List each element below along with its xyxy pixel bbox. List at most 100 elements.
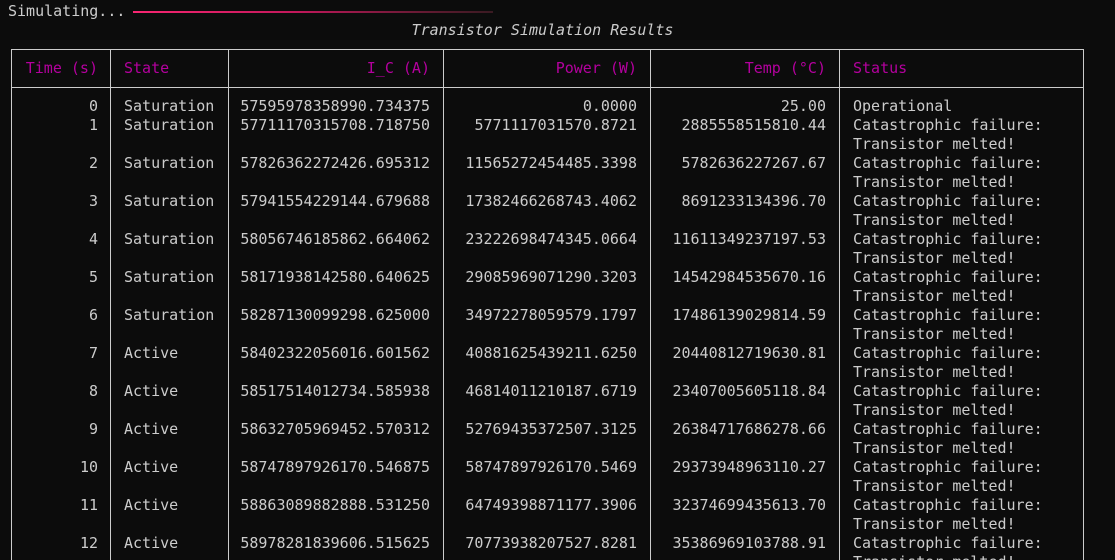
cell-temp: 23407005605118.84 bbox=[672, 382, 826, 400]
header-bottom-border bbox=[11, 87, 1084, 88]
cell-ic: 58056746185862.664062 bbox=[240, 230, 430, 248]
cell-power: 40881625439211.6250 bbox=[465, 344, 637, 362]
cell-status2: Transistor melted! bbox=[853, 287, 1016, 305]
cell-status2: Transistor melted! bbox=[853, 477, 1016, 495]
cell-state: Active bbox=[124, 496, 179, 514]
cell-temp: 11611349237197.53 bbox=[672, 230, 826, 248]
results-table: Time (s) State I_C (A) Power (W) Temp (°… bbox=[11, 49, 1084, 560]
cell-status1: Catastrophic failure: bbox=[853, 230, 1043, 248]
cell-state: Active bbox=[124, 534, 179, 552]
cell-state: Saturation bbox=[124, 306, 215, 324]
cell-status2: Transistor melted! bbox=[853, 363, 1016, 381]
cell-ic: 58171938142580.640625 bbox=[240, 268, 430, 286]
cell-status2: Transistor melted! bbox=[853, 515, 1016, 533]
cell-state: Active bbox=[124, 344, 179, 362]
cell-temp: 8691233134396.70 bbox=[681, 192, 827, 210]
cell-status2: Transistor melted! bbox=[853, 401, 1016, 419]
progress-label: Simulating... bbox=[8, 2, 126, 20]
header-time: Time (s) bbox=[25, 59, 98, 77]
cell-temp: 26384717686278.66 bbox=[672, 420, 826, 438]
cell-temp: 14542984535670.16 bbox=[672, 268, 826, 286]
cell-status2: Transistor melted! bbox=[853, 249, 1016, 267]
progress-bar bbox=[133, 11, 493, 13]
cell-ic: 58632705969452.570312 bbox=[240, 420, 430, 438]
cell-ic: 58978281839606.515625 bbox=[240, 534, 430, 552]
cell-power: 52769435372507.3125 bbox=[465, 420, 637, 438]
cell-status1: Catastrophic failure: bbox=[853, 420, 1043, 438]
cell-power: 64749398871177.3906 bbox=[465, 496, 637, 514]
cell-status1: Catastrophic failure: bbox=[853, 344, 1043, 362]
cell-power: 70773938207527.8281 bbox=[465, 534, 637, 552]
cell-ic: 58402322056016.601562 bbox=[240, 344, 430, 362]
cell-temp: 29373948963110.27 bbox=[672, 458, 826, 476]
cell-status2: Transistor melted! bbox=[853, 135, 1016, 153]
cell-status1: Catastrophic failure: bbox=[853, 458, 1043, 476]
cell-power: 0.0000 bbox=[582, 97, 637, 115]
progress-status: Simulating... bbox=[8, 2, 125, 21]
cell-state: Saturation bbox=[124, 268, 215, 286]
cell-status2: Transistor melted! bbox=[853, 325, 1016, 343]
cell-state: Saturation bbox=[124, 116, 215, 134]
table-top-border bbox=[11, 49, 1084, 50]
cell-ic: 58863089882888.531250 bbox=[240, 496, 430, 514]
cell-time: 0 bbox=[88, 97, 98, 115]
cell-ic: 57826362272426.695312 bbox=[240, 154, 430, 172]
cell-ic: 57941554229144.679688 bbox=[240, 192, 430, 210]
cell-status2: Transistor melted! bbox=[853, 173, 1016, 191]
cell-time: 11 bbox=[79, 496, 98, 514]
cell-state: Saturation bbox=[124, 230, 215, 248]
cell-ic: 58287130099298.625000 bbox=[240, 306, 430, 324]
cell-temp: 5782636227267.67 bbox=[681, 154, 827, 172]
cell-power: 11565272454485.3398 bbox=[465, 154, 637, 172]
cell-time: 8 bbox=[88, 382, 98, 400]
cell-status1: Catastrophic failure: bbox=[853, 382, 1043, 400]
cell-status2: Transistor melted! bbox=[853, 439, 1016, 457]
cell-state: Saturation bbox=[124, 154, 215, 172]
cell-status1: Catastrophic failure: bbox=[853, 116, 1043, 134]
cell-temp: 2885558515810.44 bbox=[681, 116, 827, 134]
col-border bbox=[110, 49, 111, 560]
cell-power: 5771117031570.8721 bbox=[474, 116, 637, 134]
cell-time: 10 bbox=[79, 458, 98, 476]
cell-time: 4 bbox=[88, 230, 98, 248]
cell-state: Active bbox=[124, 420, 179, 438]
cell-time: 3 bbox=[88, 192, 98, 210]
cell-temp: 17486139029814.59 bbox=[672, 306, 826, 324]
cell-time: 9 bbox=[88, 420, 98, 438]
cell-status1: Catastrophic failure: bbox=[853, 268, 1043, 286]
cell-ic: 57595978358990.734375 bbox=[240, 97, 430, 115]
cell-time: 5 bbox=[88, 268, 98, 286]
header-ic: I_C (A) bbox=[366, 59, 430, 77]
cell-state: Saturation bbox=[124, 97, 215, 115]
header-status: Status bbox=[853, 59, 908, 77]
cell-power: 58747897926170.5469 bbox=[465, 458, 637, 476]
cell-status2: Transistor melted! bbox=[853, 553, 1083, 560]
cell-ic: 58747897926170.546875 bbox=[240, 458, 430, 476]
header-state: State bbox=[124, 59, 170, 77]
cell-time: 6 bbox=[88, 306, 98, 324]
cell-status1: Catastrophic failure: bbox=[853, 534, 1043, 552]
cell-power: 23222698474345.0664 bbox=[465, 230, 637, 248]
cell-temp: 35386969103788.91 bbox=[672, 534, 826, 552]
cell-power: 29085969071290.3203 bbox=[465, 268, 637, 286]
cell-status1: Catastrophic failure: bbox=[853, 306, 1043, 324]
cell-status1: Catastrophic failure: bbox=[853, 496, 1043, 514]
col-border bbox=[1083, 49, 1084, 560]
cell-time: 12 bbox=[79, 534, 98, 552]
cell-temp: 25.00 bbox=[780, 97, 826, 115]
table-title: Transistor Simulation Results bbox=[411, 21, 674, 39]
cell-power: 34972278059579.1797 bbox=[465, 306, 637, 324]
cell-status2: Transistor melted! bbox=[853, 211, 1016, 229]
cell-power: 17382466268743.4062 bbox=[465, 192, 637, 210]
cell-state: Active bbox=[124, 458, 179, 476]
cell-temp: 32374699435613.70 bbox=[672, 496, 826, 514]
cell-status1: Catastrophic failure: bbox=[853, 192, 1043, 210]
cell-time: 7 bbox=[88, 344, 98, 362]
cell-ic: 57711170315708.718750 bbox=[240, 116, 430, 134]
header-temp: Temp (°C) bbox=[744, 59, 826, 77]
cell-status1: Catastrophic failure: bbox=[853, 154, 1043, 172]
cell-time: 2 bbox=[88, 154, 98, 172]
cell-state: Active bbox=[124, 382, 179, 400]
cell-ic: 58517514012734.585938 bbox=[240, 382, 430, 400]
cell-time: 1 bbox=[88, 116, 98, 134]
